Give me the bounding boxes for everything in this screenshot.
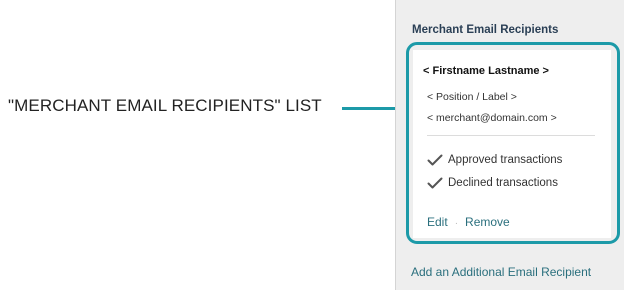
highlight-outline: [406, 42, 620, 244]
add-recipient-link[interactable]: Add an Additional Email Recipient: [411, 265, 591, 279]
merchant-email-recipients-panel: Merchant Email Recipients < Firstname La…: [395, 0, 624, 290]
callout-label: "MERCHANT EMAIL RECIPIENTS" LIST: [8, 96, 322, 115]
panel-title: Merchant Email Recipients: [412, 24, 559, 36]
